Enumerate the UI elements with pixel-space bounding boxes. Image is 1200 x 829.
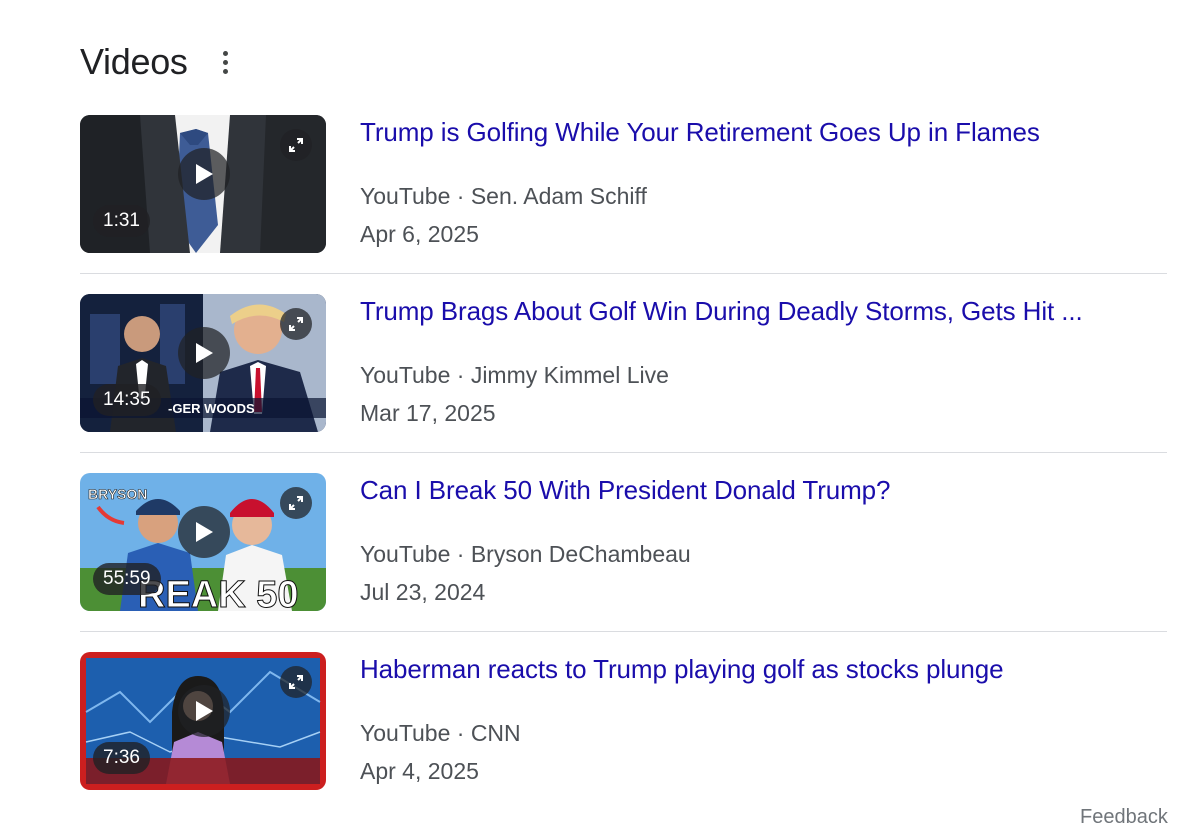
video-title-link[interactable]: Can I Break 50 With President Donald Tru… (360, 475, 891, 506)
duration-badge: 7:36 (93, 742, 150, 774)
video-list: 1:31 Trump is Golfing While Your Retirem… (80, 95, 1167, 811)
video-result: -GER WOODS 14:35 Trump Brags About Golf … (80, 274, 1167, 453)
expand-icon[interactable] (280, 308, 312, 340)
duration-badge: 55:59 (93, 563, 161, 595)
video-thumbnail[interactable]: -GER WOODS 14:35 (80, 294, 326, 432)
play-icon (178, 327, 230, 379)
video-date: Mar 17, 2025 (360, 400, 496, 426)
video-date: Apr 4, 2025 (360, 758, 479, 784)
video-result: 7:36 Haberman reacts to Trump playing go… (80, 632, 1167, 811)
video-title-link[interactable]: Trump Brags About Golf Win During Deadly… (360, 296, 1083, 327)
section-title: Videos (80, 41, 188, 82)
play-icon (178, 148, 230, 200)
video-date: Apr 6, 2025 (360, 221, 479, 247)
duration-badge: 14:35 (93, 384, 161, 416)
video-title-link[interactable]: Trump is Golfing While Your Retirement G… (360, 117, 1040, 148)
thumbnail-big-text: REAK 50 (138, 574, 299, 611)
feedback-link[interactable]: Feedback (1080, 806, 1200, 829)
play-icon (178, 685, 230, 737)
expand-icon[interactable] (280, 666, 312, 698)
video-thumbnail[interactable]: 1:31 (80, 115, 326, 253)
video-result: BRYSON REAK 50 55:59 Can I Break 50 With… (80, 453, 1167, 632)
video-source: YouTube · Sen. Adam Schiff (360, 183, 647, 209)
video-source: YouTube · CNN (360, 720, 521, 746)
video-title-link[interactable]: Haberman reacts to Trump playing golf as… (360, 654, 1004, 685)
video-thumbnail[interactable]: 7:36 (80, 652, 326, 790)
videos-header: Videos (80, 38, 238, 86)
thumbnail-caption: -GER WOODS (168, 401, 255, 416)
expand-icon[interactable] (280, 487, 312, 519)
video-source: YouTube · Jimmy Kimmel Live (360, 362, 669, 388)
more-vert-icon[interactable] (214, 44, 238, 80)
thumbnail-label: BRYSON (88, 486, 147, 502)
video-result: 1:31 Trump is Golfing While Your Retirem… (80, 95, 1167, 274)
video-thumbnail[interactable]: BRYSON REAK 50 55:59 (80, 473, 326, 611)
video-source: YouTube · Bryson DeChambeau (360, 541, 691, 567)
play-icon (178, 506, 230, 558)
expand-icon[interactable] (280, 129, 312, 161)
video-date: Jul 23, 2024 (360, 579, 486, 605)
duration-badge: 1:31 (93, 205, 150, 237)
